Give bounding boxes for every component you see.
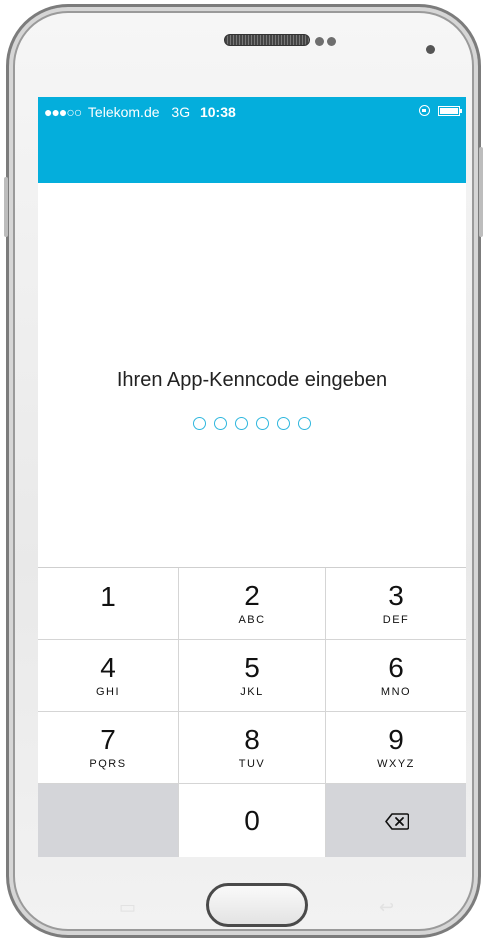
key-letters: PQRS	[89, 757, 127, 770]
battery-icon	[438, 105, 462, 116]
key-letters: TUV	[238, 757, 266, 770]
passcode-dot	[256, 417, 269, 430]
key-digit: 0	[244, 804, 260, 836]
status-right	[419, 105, 462, 116]
network-type: 3G	[171, 104, 191, 120]
key-2[interactable]: 2 ABC	[179, 568, 326, 640]
key-letters: WXYZ	[377, 757, 415, 770]
key-9[interactable]: 9 WXYZ	[326, 712, 466, 784]
delete-button[interactable]	[326, 784, 466, 857]
key-digit: 3	[388, 579, 404, 611]
key-digit: 6	[388, 651, 404, 683]
key-4[interactable]: 4 GHI	[38, 640, 179, 712]
key-7[interactable]: 7 PQRS	[38, 712, 179, 784]
rotation-lock-icon	[419, 105, 430, 116]
key-0[interactable]: 0	[179, 784, 326, 857]
key-5[interactable]: 5 JKL	[179, 640, 326, 712]
passcode-prompt: Ihren App-Kenncode eingeben	[116, 369, 388, 391]
earpiece-speaker	[224, 34, 310, 46]
passcode-dot	[235, 417, 248, 430]
signal-strength: ●●●○○	[44, 104, 82, 120]
key-letters: JKL	[240, 685, 264, 698]
key-6[interactable]: 6 MNO	[326, 640, 466, 712]
light-sensor	[327, 37, 336, 46]
carrier-name: Telekom.de	[87, 104, 160, 120]
key-letters: MNO	[380, 685, 412, 698]
backspace-icon	[385, 812, 409, 830]
key-digit: 9	[388, 723, 404, 755]
clock: 10:38	[199, 104, 236, 120]
passcode-dot	[277, 417, 290, 430]
key-digit: 8	[244, 723, 260, 755]
screen: ●●●○○ Telekom.de 3G 10:38 Ihren App-Kenn…	[38, 97, 466, 857]
volume-button	[479, 147, 483, 237]
proximity-sensor	[315, 37, 324, 46]
passcode-dot	[193, 417, 206, 430]
key-letters: GHI	[95, 685, 121, 698]
power-button	[4, 177, 8, 237]
key-blank	[38, 784, 179, 857]
numeric-keypad: 1 2 ABC 3 DEF 4 GHI 5 JKL 6 MNO 7 PQRS 8…	[38, 567, 466, 857]
recent-apps-icon[interactable]: ▭	[119, 897, 136, 918]
key-digit: 7	[100, 723, 116, 755]
home-button[interactable]	[206, 883, 308, 927]
passcode-dot	[298, 417, 311, 430]
key-8[interactable]: 8 TUV	[179, 712, 326, 784]
front-camera	[426, 45, 435, 54]
key-letters: ABC	[238, 613, 266, 626]
passcode-dots	[38, 417, 466, 430]
key-digit: 4	[100, 651, 116, 683]
key-digit: 5	[244, 651, 260, 683]
key-1[interactable]: 1	[38, 568, 179, 640]
back-icon[interactable]: ↩	[379, 897, 394, 918]
key-digit: 1	[100, 580, 116, 612]
status-left: ●●●○○ Telekom.de 3G 10:38	[44, 104, 236, 120]
passcode-dot	[214, 417, 227, 430]
key-digit: 2	[244, 579, 260, 611]
key-3[interactable]: 3 DEF	[326, 568, 466, 640]
status-bar: ●●●○○ Telekom.de 3G 10:38	[38, 97, 466, 183]
key-letters: DEF	[382, 613, 410, 626]
